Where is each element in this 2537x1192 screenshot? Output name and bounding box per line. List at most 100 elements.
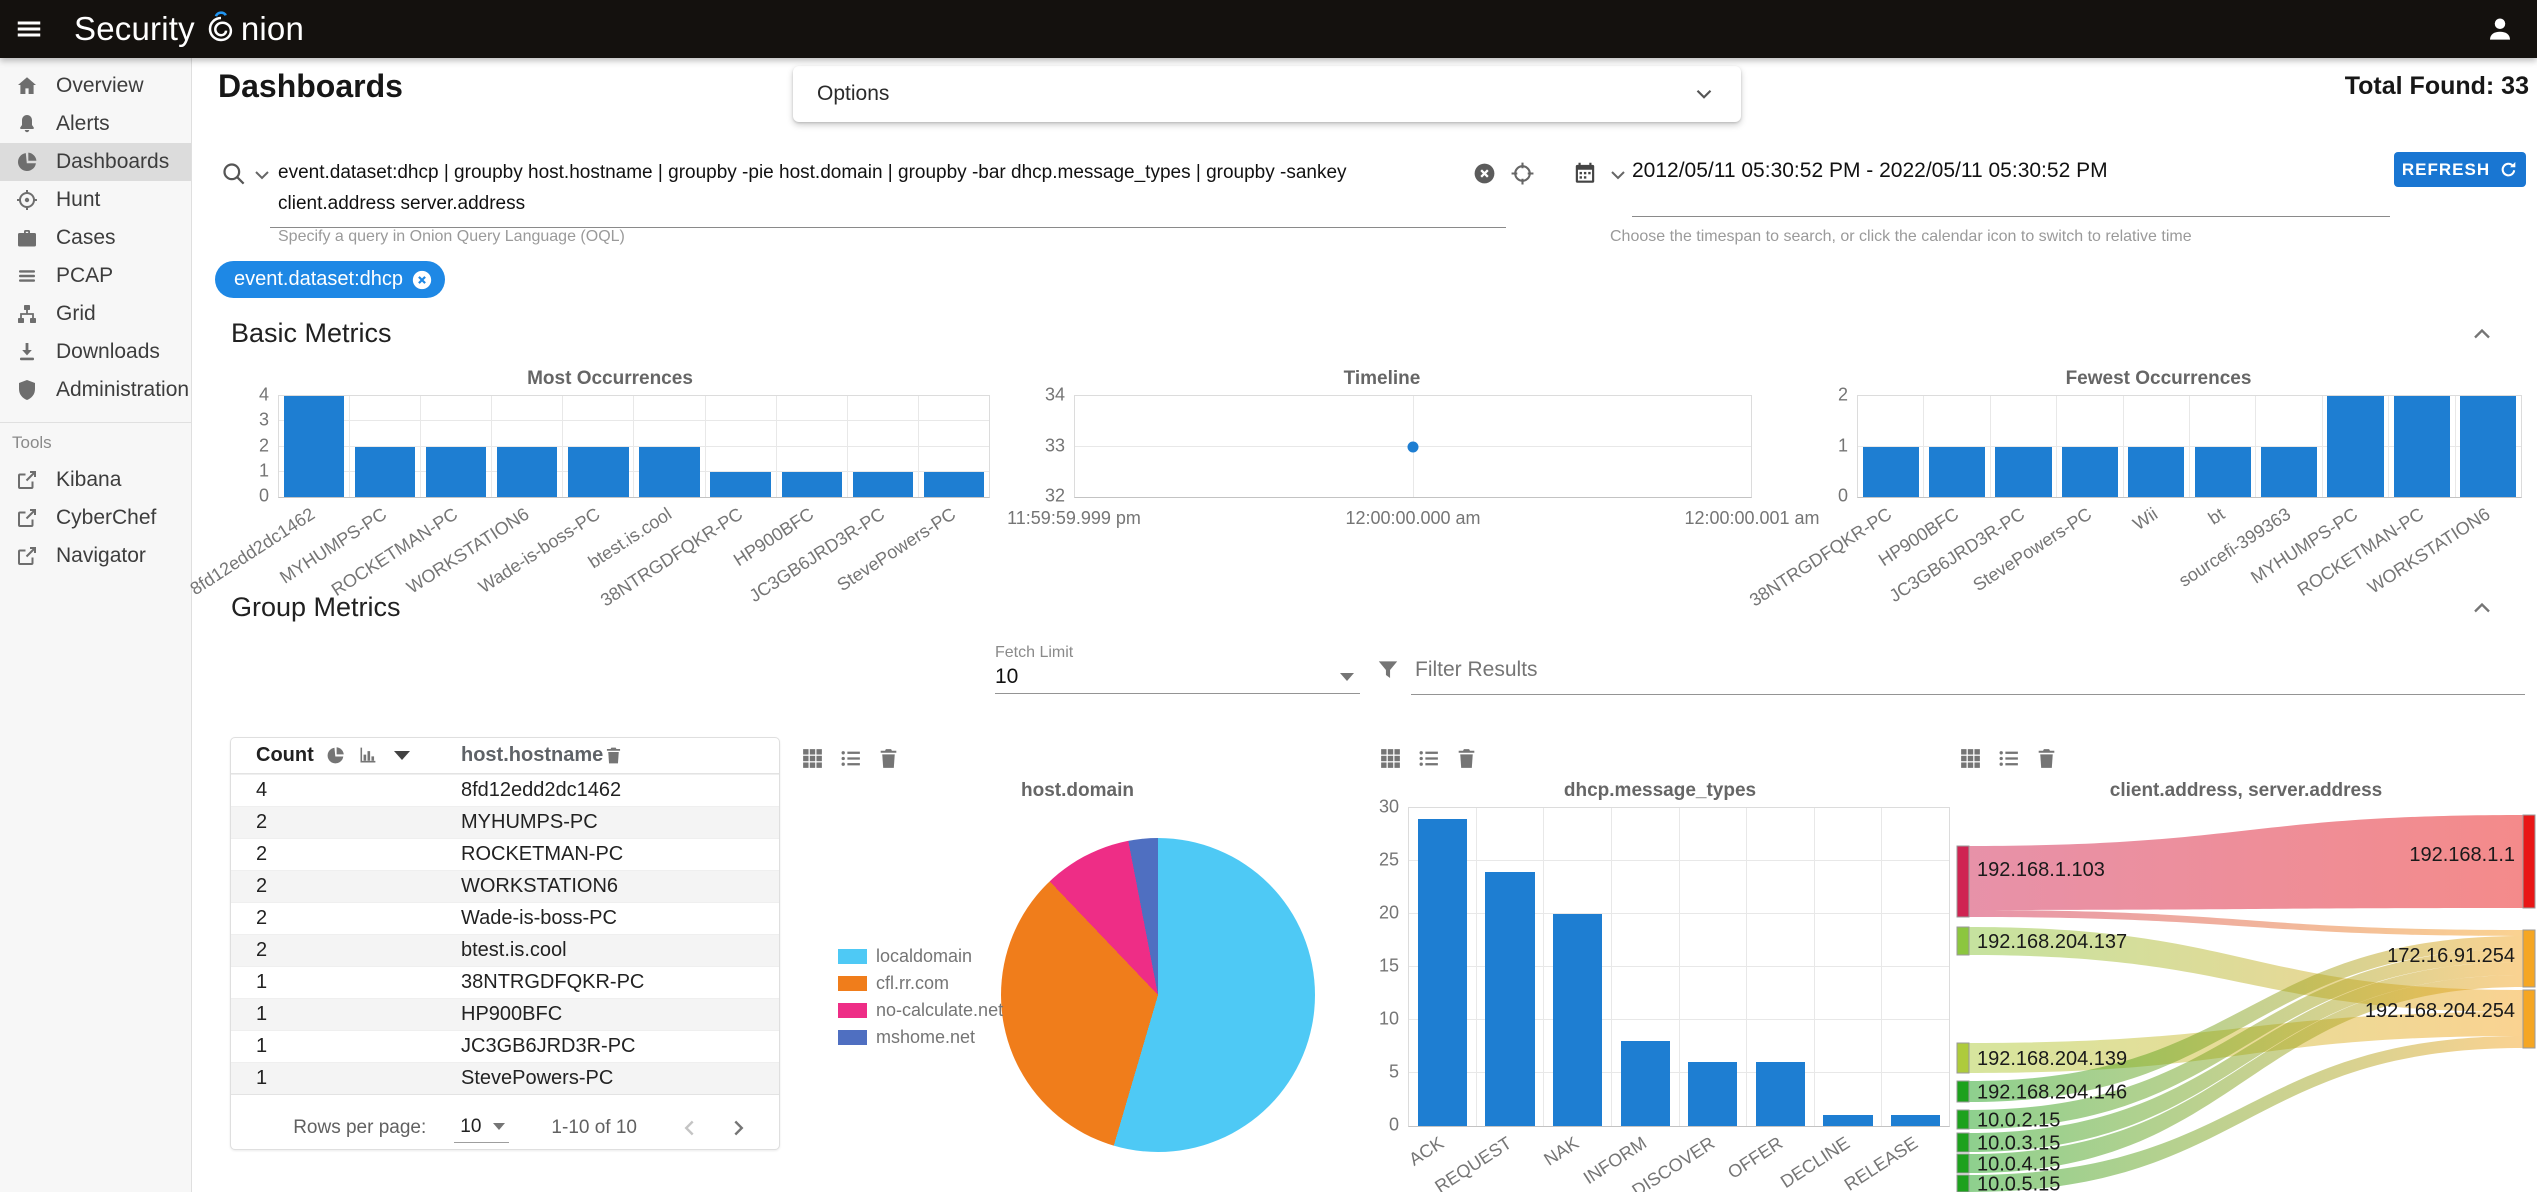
- sidebar-item-dashboards[interactable]: Dashboards: [0, 143, 191, 181]
- legend-item[interactable]: localdomain: [838, 943, 1003, 970]
- user-icon[interactable]: [2485, 14, 2515, 44]
- bar[interactable]: [2393, 396, 2451, 497]
- bar[interactable]: [1862, 446, 1919, 497]
- calendar-icon[interactable]: [1572, 160, 1598, 186]
- options-dropdown[interactable]: Options: [793, 66, 1741, 122]
- legend-item[interactable]: cfl.rr.com: [838, 970, 1003, 997]
- bar[interactable]: [2061, 446, 2119, 497]
- sankey-node[interactable]: [1956, 1080, 1970, 1103]
- remove-column-icon[interactable]: [603, 745, 624, 766]
- sankey-node[interactable]: [2522, 814, 2536, 909]
- sankey-node[interactable]: [1956, 1109, 1970, 1130]
- table-row[interactable]: 4 8fd12edd2dc1462: [231, 774, 779, 806]
- crosshair-icon[interactable]: [1510, 161, 1535, 186]
- table-view-icon[interactable]: [1958, 746, 1983, 771]
- sidebar-item-pcap[interactable]: PCAP: [0, 257, 191, 295]
- sidebar-item-hunt[interactable]: Hunt: [0, 181, 191, 219]
- sankey-node[interactable]: [1956, 1042, 1970, 1074]
- fetch-limit-select[interactable]: Fetch Limit 10: [995, 644, 1360, 694]
- bar[interactable]: [852, 471, 913, 497]
- menu-icon[interactable]: [14, 14, 44, 44]
- sankey-node[interactable]: [2522, 989, 2536, 1049]
- table-row[interactable]: 1 HP900BFC: [231, 998, 779, 1030]
- delete-chart-icon[interactable]: [1454, 746, 1479, 771]
- refresh-button[interactable]: REFRESH: [2394, 152, 2526, 187]
- sidebar-item-grid[interactable]: Grid: [0, 295, 191, 333]
- pie-toggle-icon[interactable]: [325, 745, 346, 766]
- table-row[interactable]: 1 StevePowers-PC: [231, 1062, 779, 1094]
- list-view-icon[interactable]: [1416, 746, 1441, 771]
- bar[interactable]: [1552, 914, 1603, 1126]
- bar[interactable]: [639, 446, 700, 497]
- bar[interactable]: [1620, 1041, 1670, 1126]
- next-page-icon[interactable]: [725, 1115, 751, 1141]
- bar[interactable]: [2194, 446, 2251, 497]
- sankey-node[interactable]: [1956, 1153, 1970, 1174]
- list-view-icon[interactable]: [838, 746, 863, 771]
- table-row[interactable]: 2 ROCKETMAN-PC: [231, 838, 779, 870]
- bar-toggle-icon[interactable]: [357, 745, 378, 766]
- bar[interactable]: [710, 471, 771, 497]
- chart-fewest-occurrences[interactable]: Fewest Occurrences 0 1 2 38NTRGDFQKR-PC HP900…: [1746, 368, 2522, 610]
- sidebar-item-alerts[interactable]: Alerts: [0, 105, 191, 143]
- sankey-chart[interactable]: 192.168.1.103 192.168.204.137 192.168.204.…: [1955, 810, 2537, 1192]
- sidebar-item-cases[interactable]: Cases: [0, 219, 191, 257]
- bar[interactable]: [2327, 396, 2384, 497]
- bar[interactable]: [1755, 1062, 1806, 1126]
- sidebar-item-navigator[interactable]: Navigator: [0, 537, 191, 575]
- bar[interactable]: [1823, 1115, 1873, 1126]
- sidebar-item-kibana[interactable]: Kibana: [0, 461, 191, 499]
- bar[interactable]: [923, 471, 985, 497]
- table-row[interactable]: 1 JC3GB6JRD3R-PC: [231, 1030, 779, 1062]
- filter-chip[interactable]: event.dataset:dhcp: [215, 261, 446, 298]
- table-row[interactable]: 1 38NTRGDFQKR-PC: [231, 966, 779, 998]
- table-row[interactable]: 2 MYHUMPS-PC: [231, 806, 779, 838]
- delete-chart-icon[interactable]: [2034, 746, 2059, 771]
- legend-item[interactable]: mshome.net: [838, 1024, 1003, 1051]
- collapse-group-icon[interactable]: [2468, 594, 2496, 622]
- collapse-basic-icon[interactable]: [2468, 320, 2496, 348]
- sankey-node[interactable]: [1956, 1132, 1970, 1153]
- table-row[interactable]: 2 btest.is.cool: [231, 934, 779, 966]
- bar[interactable]: [426, 446, 487, 497]
- sankey-node[interactable]: [1956, 845, 1970, 918]
- query-input[interactable]: event.dataset:dhcp | groupby host.hostna…: [270, 155, 1506, 228]
- chart-most-occurrences[interactable]: Most Occurrences 0 1 2 3 4 8fd12edd2dc1462 MYHU…: [187, 368, 990, 610]
- bar[interactable]: [1485, 871, 1535, 1126]
- sort-caret-icon[interactable]: [393, 751, 410, 760]
- bar[interactable]: [1928, 446, 1986, 497]
- rows-per-page-select[interactable]: 10: [454, 1114, 510, 1143]
- sidebar-item-downloads[interactable]: Downloads: [0, 333, 191, 371]
- previous-page-icon[interactable]: [677, 1115, 703, 1141]
- bar[interactable]: [1688, 1062, 1738, 1126]
- table-view-icon[interactable]: [800, 746, 825, 771]
- bar[interactable]: [1995, 446, 2052, 497]
- table-view-icon[interactable]: [1378, 746, 1403, 771]
- bar[interactable]: [2460, 396, 2517, 497]
- filter-results-input[interactable]: Filter Results: [1411, 652, 2525, 695]
- sankey-node[interactable]: [1956, 1174, 1970, 1192]
- remove-filter-icon[interactable]: [411, 269, 433, 291]
- chart-dhcp-message-types[interactable]: dhcp.message_types 0 5 10 15 20 25 30 ACK REQUEST…: [1370, 780, 1950, 1192]
- bar[interactable]: [568, 446, 629, 497]
- bar[interactable]: [2128, 446, 2185, 497]
- clear-query-icon[interactable]: [1472, 161, 1497, 186]
- legend-item[interactable]: no-calculate.net: [838, 997, 1003, 1024]
- table-row[interactable]: 2 WORKSTATION6: [231, 870, 779, 902]
- bar[interactable]: [1891, 1115, 1941, 1126]
- bar[interactable]: [781, 471, 842, 497]
- sidebar-item-overview[interactable]: Overview: [0, 67, 191, 105]
- bar[interactable]: [497, 446, 558, 497]
- timespan-chevron-icon[interactable]: [1606, 163, 1630, 187]
- sidebar-item-cyberchef[interactable]: CyberChef: [0, 499, 191, 537]
- data-point[interactable]: [1407, 441, 1419, 452]
- list-view-icon[interactable]: [1996, 746, 2021, 771]
- pie-chart[interactable]: [1001, 838, 1315, 1152]
- bar[interactable]: [2261, 446, 2318, 497]
- timespan-input[interactable]: 2012/05/11 05:30:52 PM - 2022/05/11 05:3…: [1632, 155, 2390, 217]
- delete-chart-icon[interactable]: [876, 746, 901, 771]
- sankey-node[interactable]: [1956, 926, 1970, 956]
- bar[interactable]: [283, 396, 345, 497]
- bar[interactable]: [1417, 818, 1467, 1126]
- sidebar-item-administration[interactable]: Administration: [0, 371, 191, 409]
